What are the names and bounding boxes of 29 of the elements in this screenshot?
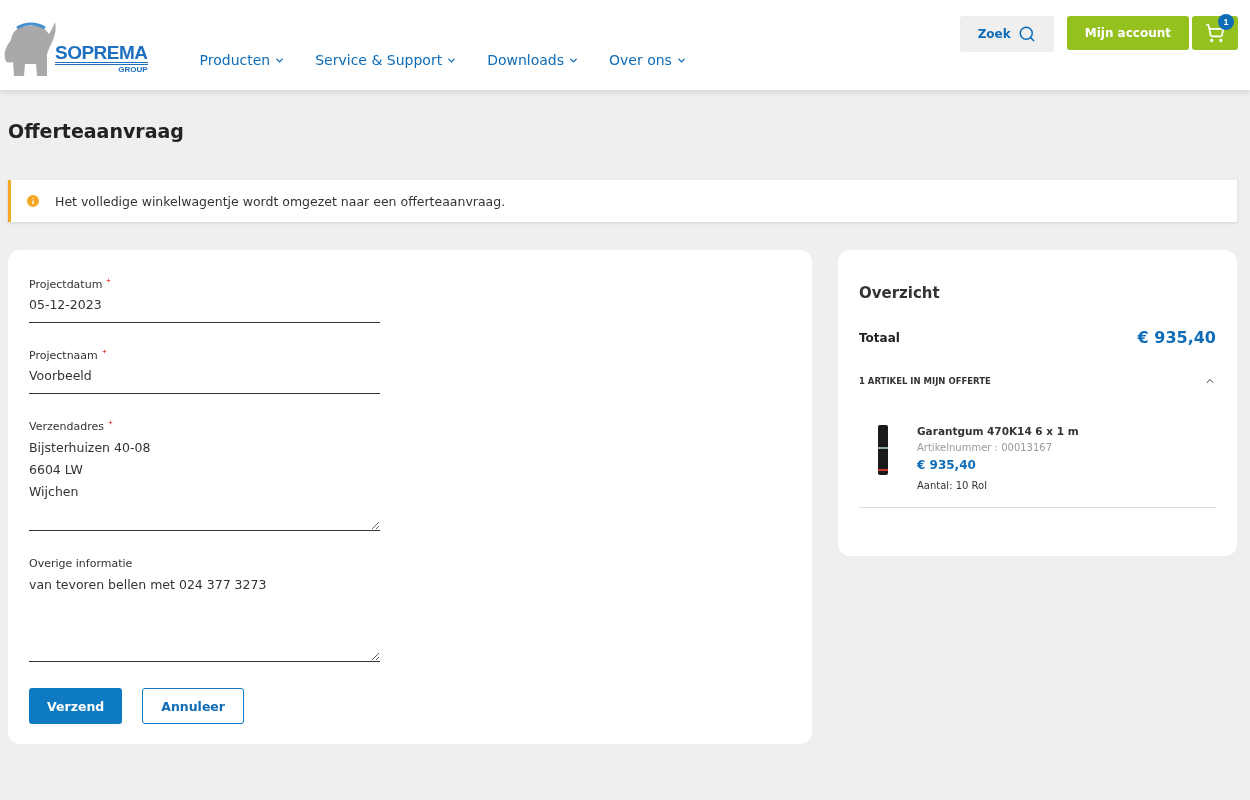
- total-value: € 935,40: [1137, 328, 1216, 347]
- nav-link[interactable]: Service & Support: [315, 52, 458, 68]
- field-label: Projectdatum: [29, 278, 103, 291]
- alert-text: Het volledige winkelwagentje wordt omgezet naar een offerteaanvraag.: [55, 193, 506, 209]
- product-price: € 935,40: [917, 458, 977, 472]
- cancel-button[interactable]: Annuleer: [142, 688, 244, 724]
- field-label: Verzendadres: [29, 420, 104, 433]
- cart-icon: [1205, 23, 1225, 43]
- summary-title: Overzicht: [859, 284, 941, 302]
- field-label: Overige informatie: [29, 557, 133, 570]
- items-accordion-toggle[interactable]: 1 ARTIKEL IN MIJN OFFERTE: [859, 375, 1216, 387]
- search-icon: [1017, 25, 1036, 43]
- submit-button[interactable]: Verzend: [29, 688, 123, 724]
- cart-button[interactable]: 1: [1192, 16, 1238, 50]
- field-label: Projectnaam: [29, 349, 98, 362]
- nav-link[interactable]: Over ons: [609, 52, 687, 68]
- page-title: Offerteaanvraag: [8, 120, 185, 142]
- product-quantity: Aantal: 10 Rol: [917, 480, 988, 491]
- cart-count-badge: 1: [1218, 14, 1234, 30]
- roll-product-image: [877, 425, 889, 475]
- article-number: Artikelnummer : 00013167: [917, 442, 1054, 453]
- total-label: Totaal: [859, 330, 900, 345]
- info-icon: [25, 193, 41, 209]
- logo-wordmark[interactable]: SOPREMA: [55, 44, 148, 65]
- search-button[interactable]: Zoek: [959, 16, 1054, 52]
- nav-link[interactable]: Downloads: [487, 52, 580, 68]
- nav-link[interactable]: Producten: [199, 52, 286, 68]
- product-name: Garantgum 470K14 6 x 1 m: [917, 425, 1079, 437]
- logo-subtitle: GROUP: [118, 65, 148, 74]
